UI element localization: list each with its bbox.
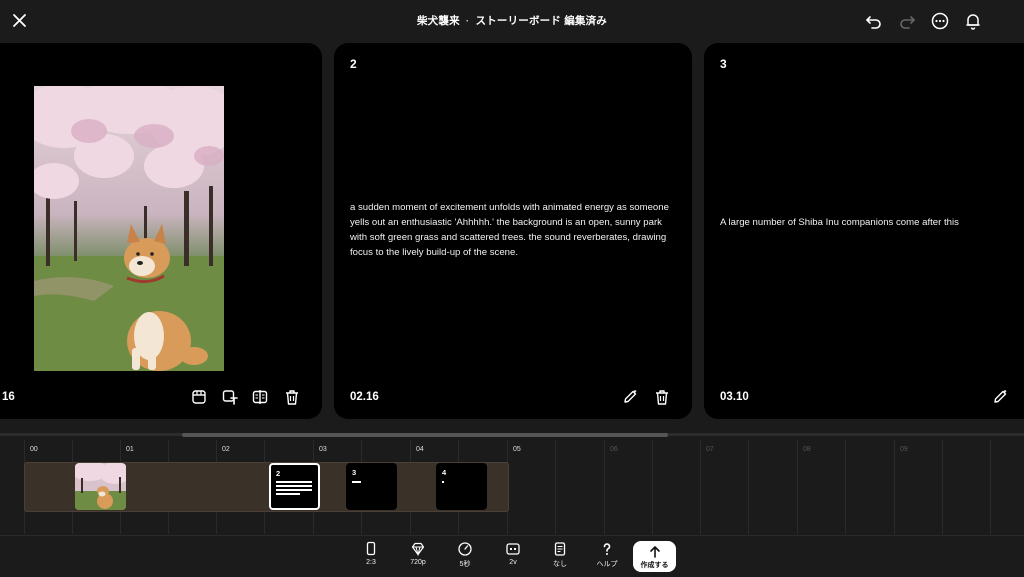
storyboard-status: ストーリーボード 編集済み (475, 15, 608, 27)
arrow-up-icon (649, 546, 660, 558)
title-separator: · (465, 15, 470, 27)
resolution-button[interactable]: 720p (398, 541, 438, 573)
create-button[interactable]: 作成する (633, 541, 676, 572)
style-preset-button[interactable]: なし (540, 541, 580, 573)
edit-pencil-icon[interactable] (991, 388, 1009, 406)
delete-trash-icon[interactable] (283, 388, 301, 406)
redo-icon[interactable] (897, 11, 917, 31)
timeline-clip-1[interactable] (75, 463, 126, 510)
timeline-tick: 05 (513, 446, 521, 453)
card-prompt-text[interactable]: a sudden moment of excitement unfolds wi… (350, 200, 672, 260)
notification-bell-icon[interactable] (963, 11, 983, 31)
document-preset-icon (554, 542, 566, 556)
timeline-clip-3[interactable]: 3 (346, 463, 397, 510)
clip-text-line (276, 489, 312, 491)
storyboard-card-2[interactable]: 2 a sudden moment of excitement unfolds … (334, 43, 692, 419)
timeline-clip-2[interactable]: 2 (269, 463, 320, 510)
question-mark-icon (603, 543, 611, 555)
resolution-label: 720p (410, 559, 426, 566)
timeline-tick: 02 (222, 446, 230, 453)
diamond-gem-icon (411, 542, 425, 557)
horizontal-scrollbar-thumb[interactable] (182, 433, 668, 437)
create-button-label: 作成する (640, 562, 669, 569)
clip-text-line (276, 493, 300, 495)
storyboard-card-1[interactable]: 16 (0, 43, 322, 419)
duration-button[interactable]: 5秒 (445, 541, 485, 573)
card-number: 2 (350, 57, 357, 71)
clip-number: 4 (442, 468, 447, 477)
timeline-tick: 04 (416, 446, 424, 453)
clip-text-line (352, 481, 361, 483)
aspect-ratio-label: 2:3 (366, 559, 376, 566)
clip-text-line (442, 481, 444, 483)
duration-label: 5秒 (459, 561, 471, 568)
compare-split-icon[interactable] (251, 388, 269, 406)
portrait-phone-icon (366, 541, 376, 556)
timeline-tick: 06 (610, 446, 618, 453)
delete-trash-icon[interactable] (653, 388, 671, 406)
card-timestamp: 03.10 (720, 391, 749, 403)
timeline-tick: 08 (803, 446, 811, 453)
clock-timer-icon (458, 542, 472, 556)
storyboard-card-3[interactable]: 3 A large number of Shiba Inu companions… (704, 43, 1024, 419)
card-number: 3 (720, 57, 727, 71)
image-text-icon[interactable] (221, 388, 239, 406)
project-name: 柴犬襲来 (416, 15, 460, 27)
timeline-ruler[interactable]: 00 01 02 03 04 05 06 07 08 09 (0, 440, 1024, 458)
edit-pencil-icon[interactable] (621, 388, 639, 406)
clip-number: 2 (276, 469, 281, 478)
timeline-clip-4[interactable]: 4 (436, 463, 487, 510)
storyboard-frame-icon[interactable] (190, 388, 208, 406)
aspect-ratio-button[interactable]: 2:3 (351, 541, 391, 573)
card-prompt-text[interactable]: A large number of Shiba Inu companions c… (720, 215, 1024, 230)
timeline-tick: 09 (900, 446, 908, 453)
variations-button[interactable]: 2v (493, 541, 533, 573)
clip-number: 3 (352, 468, 357, 477)
help-button[interactable]: ヘルプ (587, 541, 627, 573)
timeline-tick: 01 (126, 446, 134, 453)
timeline-tick: 03 (319, 446, 327, 453)
clip-text-line (276, 485, 312, 487)
clip-text-line (276, 481, 312, 483)
timeline-tick: 00 (30, 446, 38, 453)
shiba-inu-thumbnail (75, 463, 126, 510)
more-options-icon[interactable] (930, 11, 950, 31)
variations-label: 2v (509, 559, 517, 566)
variations-icon (506, 543, 520, 555)
top-bar: 柴犬襲来 · ストーリーボード 編集済み (0, 0, 1024, 42)
card-timestamp: 16 (2, 391, 15, 403)
timeline-tick: 07 (706, 446, 714, 453)
undo-icon[interactable] (864, 11, 884, 31)
style-preset-label: なし (553, 561, 567, 568)
shiba-inu-cherry-blossom-image (34, 86, 224, 371)
card-timestamp: 02.16 (350, 391, 379, 403)
help-label: ヘルプ (596, 561, 618, 568)
